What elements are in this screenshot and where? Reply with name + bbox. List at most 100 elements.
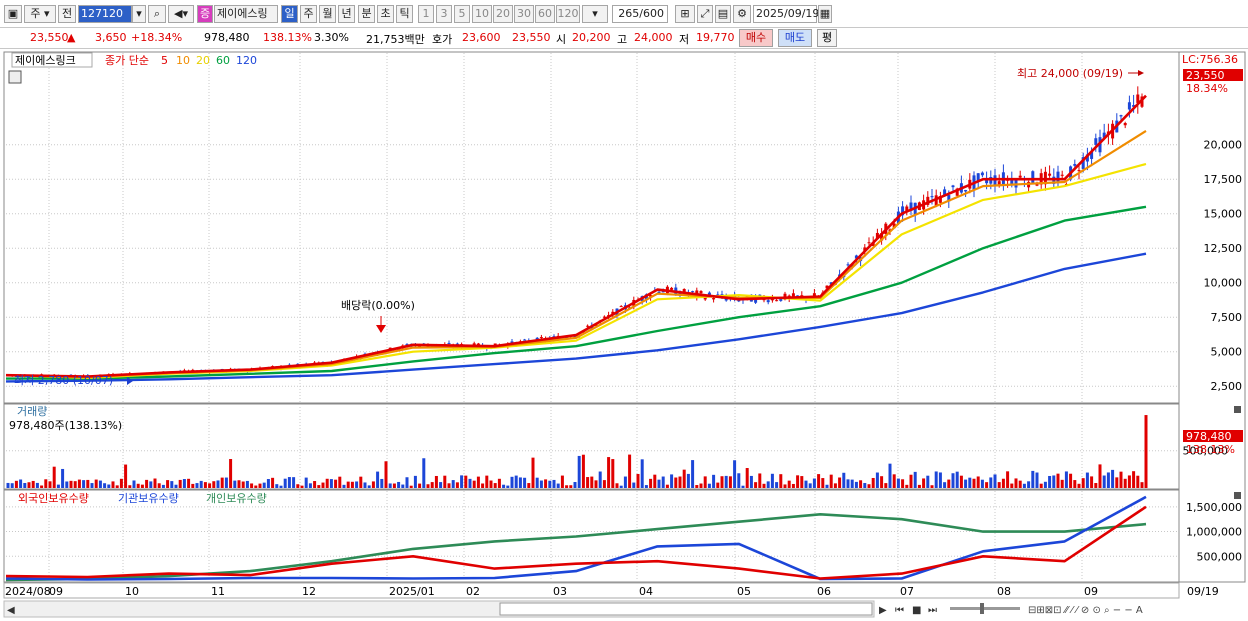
x-axis-label: 08 — [997, 585, 1011, 598]
chart-type-icon[interactable]: ▣ — [4, 5, 22, 23]
scrollbar-thumb[interactable] — [499, 602, 873, 616]
zoom-slider[interactable] — [950, 607, 1020, 610]
volume-bar — [1111, 469, 1115, 488]
volume-bar — [31, 480, 35, 488]
volume-bar — [926, 475, 930, 488]
high-price: 24,000 — [634, 31, 673, 44]
ma-label: 종가 단순 — [105, 54, 149, 67]
tab-week[interactable]: 주 — [300, 5, 317, 23]
scroll-left-icon[interactable]: ◀ — [7, 605, 15, 616]
tab-second[interactable]: 초 — [377, 5, 394, 23]
volume-bar — [712, 474, 716, 488]
interval-3[interactable]: 3 — [436, 5, 452, 23]
tab-year[interactable]: 년 — [338, 5, 355, 23]
volume-bar — [392, 483, 396, 488]
stock-name[interactable]: 제이에스링 — [214, 5, 278, 23]
volume-bar — [552, 479, 556, 488]
chart-canvas[interactable]: 2,500 5,000 7,500 10,000 12,500 15,000 17,500 2… — [0, 48, 1248, 621]
interval-30[interactable]: 30 — [514, 5, 534, 23]
volume-bar — [686, 473, 690, 488]
tool-strip-icons[interactable]: ⊟⊞⊠⊡ ⁄⁄ ⁄ ⁄ ⊘ ⊙ ⌕ − − A — [1028, 605, 1143, 616]
price-change: 3,650 — [95, 31, 127, 44]
zoom-slider-thumb[interactable] — [980, 603, 984, 614]
interval-10[interactable]: 10 — [472, 5, 492, 23]
volume-bar — [313, 481, 317, 488]
tab-day[interactable]: 일 — [281, 5, 298, 23]
volume-bar — [787, 480, 791, 488]
speaker-icon[interactable]: ◀▾ — [168, 5, 194, 23]
interval-120[interactable]: 120 — [556, 5, 580, 23]
play-last-icon[interactable]: ⏭ — [928, 605, 937, 616]
volume-bar — [859, 480, 863, 488]
volume-bar — [867, 484, 871, 488]
candle-body — [1127, 102, 1131, 110]
candle-body — [712, 298, 716, 300]
tab-minute[interactable]: 분 — [358, 5, 375, 23]
stock-code-input[interactable]: 127120 — [78, 5, 132, 23]
volume-bar — [884, 483, 888, 488]
buy-button[interactable]: 매수 — [739, 29, 773, 47]
interval-5[interactable]: 5 — [454, 5, 470, 23]
prev-button[interactable]: 전 — [58, 5, 76, 23]
price-tick-label: 17,500 — [1204, 173, 1243, 186]
save-icon[interactable]: ▤ — [715, 5, 731, 23]
volume-bar — [6, 482, 10, 488]
code-dropdown-icon[interactable]: ▾ — [132, 5, 146, 23]
volume-bar — [1077, 483, 1081, 488]
candle-body — [951, 185, 955, 188]
stop-icon[interactable]: ■ — [912, 605, 921, 616]
volume-bar — [699, 483, 703, 488]
volume-bar — [615, 483, 619, 488]
sell-button[interactable]: 매도 — [778, 29, 812, 47]
calculator-icon[interactable] — [8, 70, 22, 84]
volume-bar — [338, 476, 342, 488]
volume-bar — [132, 480, 136, 488]
x-axis-label: 04 — [639, 585, 653, 598]
volume-bar — [821, 478, 825, 488]
x-axis-label: 02 — [466, 585, 480, 598]
tab-tick[interactable]: 틱 — [396, 5, 413, 23]
high-label: 고 — [617, 33, 628, 46]
volume-bar — [556, 483, 560, 488]
volume-bar — [1102, 475, 1106, 488]
volume-bar — [871, 477, 875, 488]
volume-bar — [808, 483, 812, 488]
volume-bar — [275, 484, 279, 488]
interval-60[interactable]: 60 — [535, 5, 555, 23]
x-axis-label: 11 — [211, 585, 225, 598]
interval-1[interactable]: 1 — [418, 5, 434, 23]
tool-icon-1[interactable]: ⊞ — [675, 5, 695, 23]
interval-dropdown[interactable]: ▾ — [582, 5, 608, 23]
volume-bar — [145, 479, 149, 488]
volume-bar — [262, 482, 266, 488]
volume-panel-close-icon[interactable] — [1234, 406, 1241, 413]
volume-bar — [1018, 480, 1022, 488]
tool-icon-2[interactable]: ⤢ — [697, 5, 713, 23]
volume-bar — [266, 479, 270, 488]
lc-label: LC:756.36 — [1182, 53, 1238, 66]
volume-bar — [875, 472, 879, 488]
interval-20[interactable]: 20 — [493, 5, 513, 23]
gear-icon[interactable]: ⚙ — [733, 5, 751, 23]
holding-panel-close-icon[interactable] — [1234, 492, 1241, 499]
price-tick-label: 10,000 — [1204, 277, 1243, 290]
calendar-icon[interactable]: ▦ — [818, 5, 832, 23]
volume-bar — [1140, 482, 1144, 488]
volume-bar — [174, 484, 178, 488]
search-icon[interactable]: ⌕ — [148, 5, 166, 23]
volume-bar — [98, 480, 102, 488]
volume-bar — [107, 484, 111, 488]
tab-month[interactable]: 월 — [319, 5, 336, 23]
volume-bar — [497, 478, 501, 488]
eval-button[interactable]: 평 — [817, 29, 837, 47]
play-first-icon[interactable]: ⏮ — [895, 605, 904, 616]
ma-20-label: 20 — [196, 54, 210, 67]
candle-body — [539, 337, 543, 339]
candle-body — [980, 172, 984, 176]
period-select[interactable]: 주 ▾ — [24, 5, 56, 23]
date-input[interactable]: 2025/09/19 — [753, 5, 819, 23]
scroll-right-icon[interactable]: ▶ — [879, 605, 887, 616]
count-display[interactable]: 265/600 — [612, 5, 668, 23]
price-panel-title[interactable]: 제이에스링크 — [15, 54, 76, 67]
ma-60-label: 60 — [216, 54, 230, 67]
